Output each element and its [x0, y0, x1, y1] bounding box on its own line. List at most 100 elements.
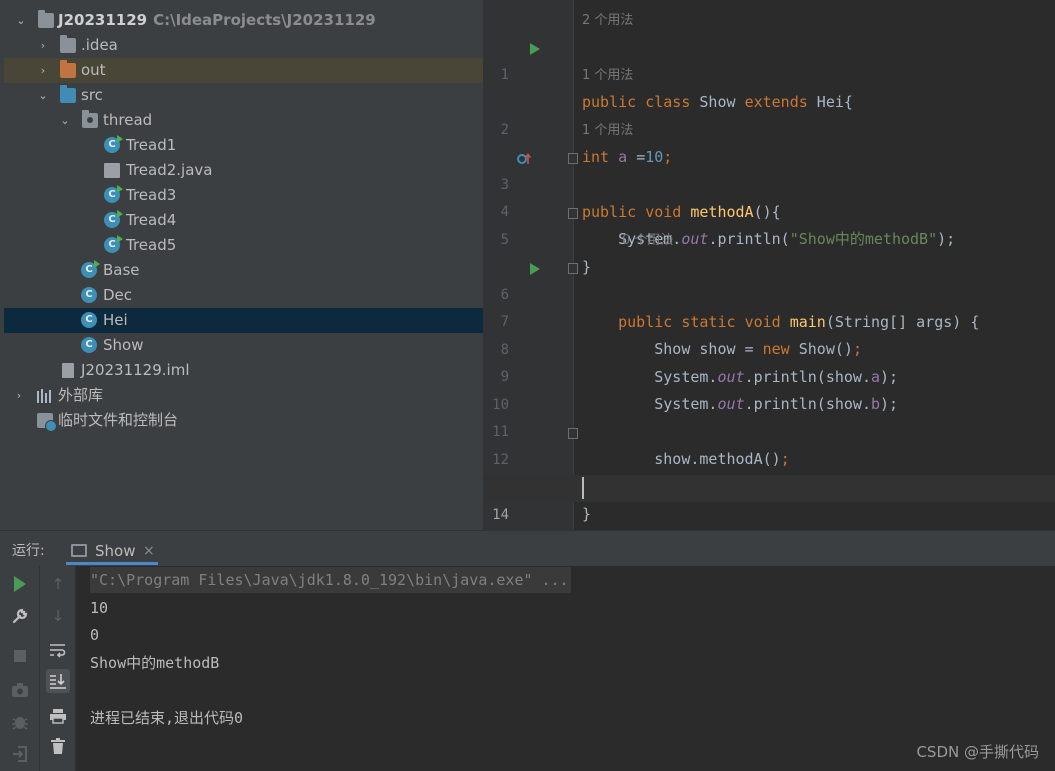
bug-icon	[12, 717, 28, 730]
console-output[interactable]: "C:\Program Files\Java\jdk1.8.0_192\bin\…	[76, 566, 1055, 771]
usage-hint[interactable]: 0 个用法	[622, 230, 673, 252]
usage-hint[interactable]: 1 个用法	[582, 120, 633, 142]
code-line-1[interactable]: 1 public class Show extends Hei{	[483, 35, 1055, 111]
code-line-9[interactable]: 9 System.out.println(show.b);	[483, 337, 1055, 413]
rerun-button[interactable]	[8, 572, 32, 596]
tree-item-tread2-java[interactable]: Tread2.java	[4, 158, 483, 183]
chevron-down-icon[interactable]: ⌄	[14, 8, 28, 33]
chevron-right-icon[interactable]: ›	[36, 58, 50, 83]
print-button[interactable]	[46, 704, 70, 728]
exit-button[interactable]	[8, 742, 32, 766]
fold-marker-icon[interactable]	[568, 428, 578, 439]
console-line: 10	[90, 599, 109, 617]
tree-item-idea[interactable]: › .idea	[4, 33, 483, 58]
tree-item-iml[interactable]: J20231129.iml	[4, 358, 483, 383]
active-tab-indicator	[66, 562, 158, 565]
chevron-right-icon[interactable]: ›	[12, 383, 26, 408]
arrow-up-icon: ↑	[51, 575, 65, 593]
tree-item-label: Tread1	[126, 136, 177, 154]
tree-item-external-libraries[interactable]: › 外部库	[4, 383, 483, 408]
tree-item-label: out	[81, 61, 106, 79]
stop-button[interactable]	[8, 644, 32, 668]
code-line-8[interactable]: 8 System.out.println(show.a);	[483, 310, 1055, 386]
code-line-10[interactable]: 10	[483, 365, 1055, 413]
close-icon[interactable]: ×	[143, 543, 155, 559]
tree-item-label: Tread4	[126, 211, 177, 229]
usage-hint[interactable]: 1 个用法	[582, 65, 633, 87]
class-icon: C	[104, 235, 123, 253]
chevron-down-icon[interactable]: ⌄	[36, 83, 50, 108]
package-icon	[82, 110, 98, 128]
tree-item-label: thread	[103, 111, 153, 129]
tree-item-label: Hei	[103, 311, 128, 329]
tree-item-tread4[interactable]: C Tread4	[4, 208, 483, 233]
console-line: Show中的methodB	[90, 654, 220, 672]
run-class-icon[interactable]	[530, 43, 540, 55]
fold-marker-icon[interactable]	[568, 153, 578, 164]
fold-marker-icon[interactable]	[568, 208, 578, 219]
code-line-4[interactable]: 4 System.out.println("Show中的methodB");	[483, 172, 1055, 248]
tree-item-out[interactable]: › out	[4, 58, 483, 83]
code-line-2[interactable]: 2 int a =10;	[483, 90, 1055, 166]
text-caret	[582, 477, 584, 499]
tree-item-base[interactable]: C Base	[4, 258, 483, 283]
code-line-14[interactable]: 14	[483, 475, 1055, 523]
overrides-method-icon[interactable]	[517, 152, 531, 166]
tree-item-label: J20231129.iml	[81, 361, 190, 379]
tree-item-label: 临时文件和控制台	[58, 411, 179, 429]
tree-item-show[interactable]: C Show	[4, 333, 483, 358]
class-icon: C	[104, 185, 123, 203]
java-file-icon	[104, 163, 120, 178]
run-panel-label: 运行:	[12, 543, 45, 559]
soft-wrap-button[interactable]	[46, 638, 70, 662]
line-number: 5	[500, 232, 509, 248]
run-main-icon[interactable]	[530, 263, 540, 275]
iml-file-icon	[62, 363, 74, 378]
csdn-watermark: CSDN @手撕代码	[916, 743, 1039, 761]
code-line-13[interactable]: 13 }	[483, 447, 1055, 523]
run-toolbar-left	[0, 566, 40, 771]
tree-item-tread3[interactable]: C Tread3	[4, 183, 483, 208]
tree-item-thread[interactable]: ⌄ thread	[4, 108, 483, 133]
usage-hint[interactable]: 2 个用法	[582, 10, 633, 32]
screenshot-button[interactable]	[8, 678, 32, 702]
class-icon: C	[81, 312, 97, 328]
run-panel-header: 运行: Show ×	[0, 530, 1055, 566]
tree-item-dec[interactable]: C Dec	[4, 283, 483, 308]
scroll-to-end-button[interactable]	[46, 669, 70, 693]
tree-item-label: 外部库	[58, 386, 104, 404]
tree-item-src[interactable]: ⌄ src	[4, 83, 483, 108]
console-icon	[71, 544, 87, 557]
fold-marker-icon[interactable]	[568, 263, 578, 274]
tree-item-label: Dec	[103, 286, 133, 304]
scroll-down-button[interactable]: ↓	[46, 604, 70, 628]
wrap-icon	[50, 644, 66, 658]
tree-item-hei[interactable]: C Hei	[4, 308, 483, 333]
scroll-up-button[interactable]: ↑	[46, 572, 70, 596]
settings-button[interactable]	[8, 604, 32, 628]
printer-icon	[50, 709, 66, 724]
run-toolbar-right: ↑ ↓	[40, 566, 76, 771]
chevron-down-icon[interactable]: ⌄	[58, 108, 72, 133]
line-number: 14	[492, 507, 509, 523]
clear-all-button[interactable]	[46, 734, 70, 758]
tree-item-scratches[interactable]: 临时文件和控制台	[4, 408, 483, 433]
class-icon: C	[81, 287, 97, 303]
code-line-7[interactable]: 7 Show show = new Show();	[483, 282, 1055, 358]
debug-button[interactable]	[8, 710, 32, 734]
tree-item-tread5[interactable]: C Tread5	[4, 233, 483, 258]
tree-item-label: Tread3	[126, 186, 177, 204]
project-tree-panel: ⌄ J20231129 C:\IdeaProjects\J20231129 › .…	[0, 0, 483, 530]
tree-item-tread1[interactable]: C Tread1	[4, 133, 483, 158]
tree-root-j20231129[interactable]: ⌄ J20231129 C:\IdeaProjects\J20231129	[4, 8, 483, 33]
scratches-icon	[37, 413, 57, 432]
code-line-11[interactable]: 11 show.methodA();	[483, 392, 1055, 468]
exit-icon	[13, 746, 27, 762]
code-editor[interactable]: 2 个用法 1 public class Show extends Hei{ 1…	[483, 0, 1055, 530]
class-icon: C	[81, 337, 97, 353]
chevron-right-icon[interactable]: ›	[36, 33, 50, 58]
tree-item-label: Show	[103, 336, 144, 354]
excluded-folder-icon	[60, 60, 76, 78]
module-folder-icon	[38, 10, 54, 28]
folder-icon	[60, 35, 76, 53]
